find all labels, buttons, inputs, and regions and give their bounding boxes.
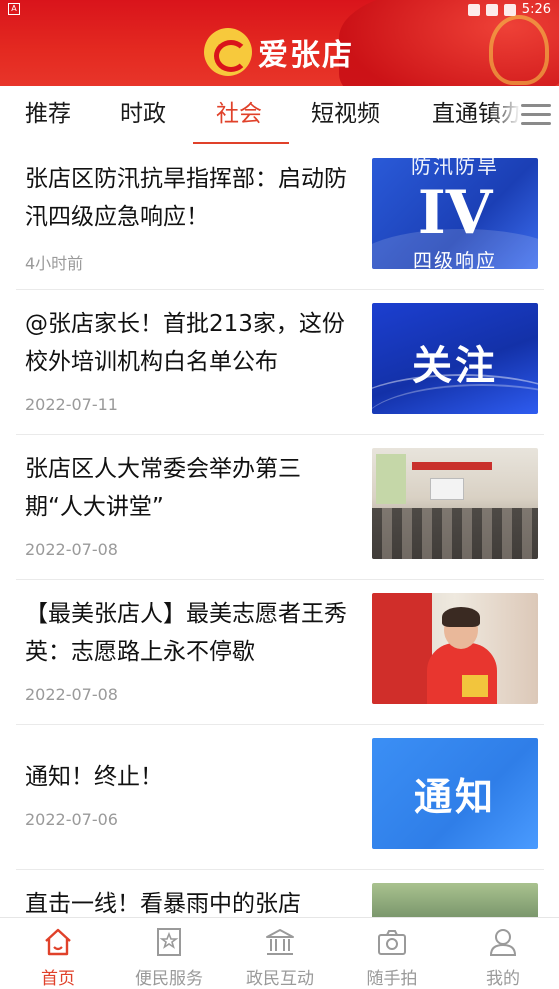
news-list: 张店区防汛抗旱指挥部：启动防汛四级应急响应！ 4小时前 防汛防旱 IV 四级响应…	[0, 144, 559, 917]
news-time: 2022-07-08	[25, 540, 118, 559]
app-logo: 爱张店	[204, 28, 354, 76]
news-thumbnail-photo	[372, 883, 538, 917]
news-title: @张店家长！首批213家，这份校外培训机构白名单公布	[25, 311, 345, 375]
nav-interaction[interactable]: 政民互动	[224, 918, 336, 989]
home-icon	[45, 928, 71, 956]
thumb-scarf	[462, 675, 488, 697]
news-time: 2022-07-08	[25, 685, 118, 704]
news-thumbnail: 防汛防旱 IV 四级响应	[372, 158, 538, 269]
user-icon	[489, 929, 517, 956]
news-time: 4小时前	[25, 254, 84, 273]
logo-mark-icon	[204, 28, 252, 76]
list-item[interactable]: 张店区人大常委会举办第三期“人大讲堂” 2022-07-08	[0, 434, 559, 579]
channel-menu-icon[interactable]	[521, 104, 551, 126]
thumb-screen	[430, 478, 464, 500]
news-title: 通知！终止！	[25, 764, 163, 790]
nav-home[interactable]: 首页	[2, 918, 114, 989]
news-thumbnail: 通知	[372, 738, 538, 849]
bottom-nav: 首页 便民服务 政民互动 随手拍 我的	[0, 917, 559, 989]
news-thumbnail-photo	[372, 593, 538, 704]
bookmark-star-icon	[157, 928, 181, 956]
signal-icon	[485, 3, 498, 16]
camera-icon	[378, 930, 406, 955]
wifi-icon	[467, 3, 480, 16]
nav-label: 政民互动	[246, 969, 314, 989]
thumb-window	[376, 454, 406, 504]
nav-snapshot[interactable]: 随手拍	[336, 918, 448, 989]
thumb-text: 四级响应	[412, 250, 497, 269]
news-title: 张店区防汛抗旱指挥部：启动防汛四级应急响应！	[25, 166, 347, 230]
thumb-text: 防汛防旱	[411, 158, 499, 178]
news-time: 2022-07-06	[25, 810, 118, 829]
app-name: 爱张店	[258, 38, 354, 73]
list-item[interactable]: 通知！终止！ 2022-07-06 通知	[0, 724, 559, 869]
news-thumbnail-photo	[372, 448, 538, 559]
thumb-text: 通知	[413, 775, 496, 819]
news-title: 张店区人大常委会举办第三期“人大讲堂”	[25, 456, 301, 520]
list-item[interactable]: 【最美张店人】最美志愿者王秀英：志愿路上永不停歇 2022-07-08	[0, 579, 559, 724]
thumb-person-hair	[442, 607, 480, 627]
news-title: 【最美张店人】最美志愿者王秀英：志愿路上永不停歇	[25, 601, 347, 665]
tab-recommend[interactable]: 推荐	[25, 86, 71, 144]
government-building-icon	[266, 929, 294, 955]
news-title: 直击一线！看暴雨中的张店	[25, 891, 301, 917]
nav-label: 随手拍	[366, 969, 418, 989]
news-thumbnail: 关注	[372, 303, 538, 414]
channel-tabs: 推荐 时政 社会 短视频 直通镇办	[0, 86, 559, 144]
tab-society[interactable]: 社会	[216, 86, 262, 144]
status-time: 5:26	[521, 2, 551, 17]
list-item[interactable]: @张店家长！首批213家，这份校外培训机构白名单公布 2022-07-11 关注	[0, 289, 559, 434]
battery-icon	[503, 3, 516, 16]
nav-services[interactable]: 便民服务	[113, 918, 225, 989]
nav-label: 我的	[486, 969, 520, 989]
thumb-text: IV	[417, 178, 493, 248]
list-item[interactable]: 张店区防汛抗旱指挥部：启动防汛四级应急响应！ 4小时前 防汛防旱 IV 四级响应	[0, 144, 559, 289]
news-time: 2022-07-11	[25, 395, 118, 414]
list-item[interactable]: 直击一线！看暴雨中的张店	[0, 869, 559, 917]
tab-short-video[interactable]: 短视频	[311, 86, 380, 144]
header-ribbon-decoration	[489, 15, 549, 85]
nav-label: 首页	[41, 969, 75, 989]
notification-icon: A	[8, 3, 20, 15]
thumb-banner	[412, 462, 492, 470]
thumb-audience	[372, 508, 538, 559]
thumb-wall	[372, 593, 432, 704]
nav-profile[interactable]: 我的	[447, 918, 559, 989]
nav-label: 便民服务	[135, 969, 203, 989]
status-bar: A 5:26	[0, 0, 559, 20]
tab-politics[interactable]: 时政	[120, 86, 166, 144]
thumb-text: 关注	[412, 343, 498, 389]
app-header: A 5:26 爱张店	[0, 0, 559, 86]
app-screen: A 5:26 爱张店 推荐 时政 社会 短视频 直通镇办 张店区防汛抗旱指挥部：…	[0, 0, 559, 989]
